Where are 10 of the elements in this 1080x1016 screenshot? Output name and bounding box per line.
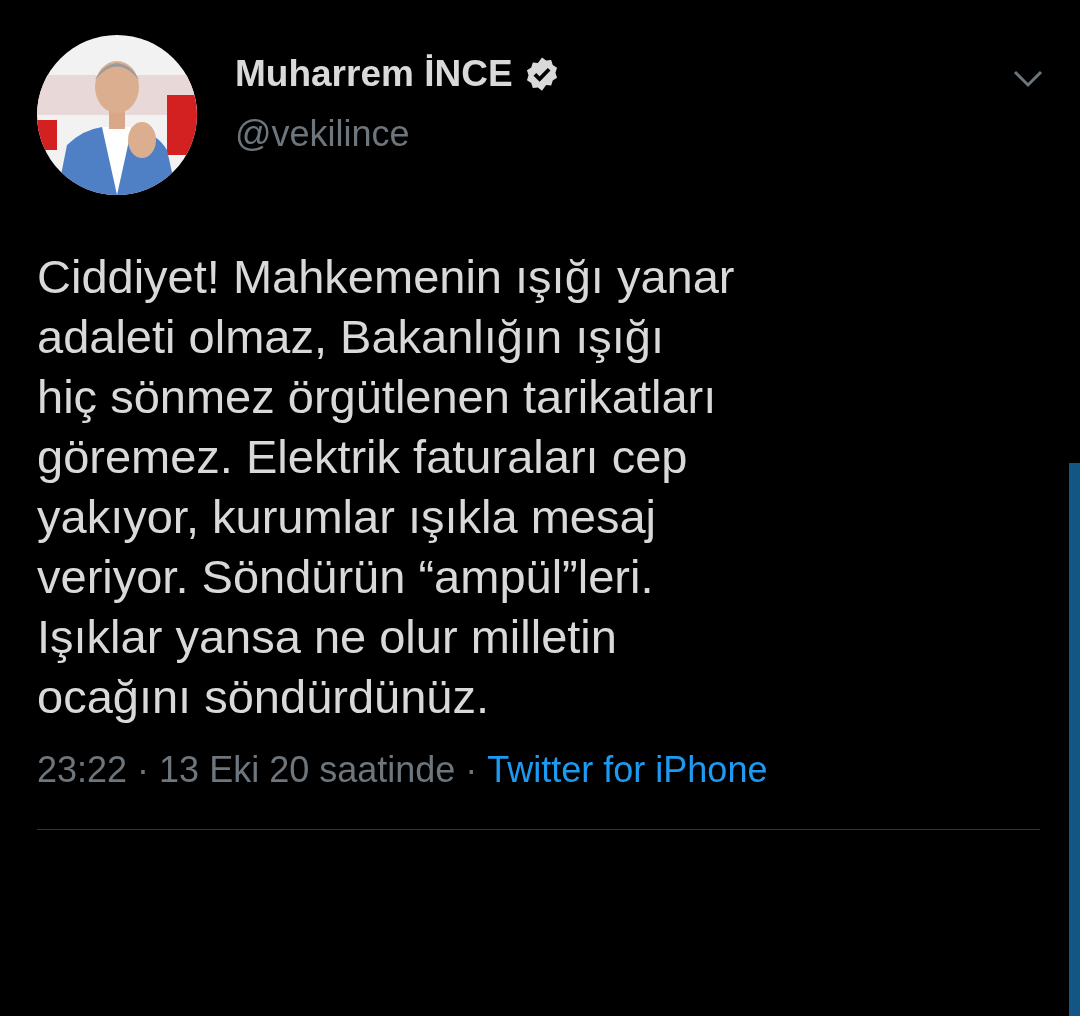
- chevron-down-icon[interactable]: [1013, 70, 1043, 88]
- author-handle[interactable]: @vekilince: [235, 113, 561, 155]
- separator-dot: ·: [465, 749, 478, 791]
- author-name[interactable]: Muharrem İNCE: [235, 53, 513, 95]
- tweet-time: 23:22: [37, 749, 128, 791]
- separator-dot: ·: [137, 749, 150, 791]
- scrollbar[interactable]: [1069, 463, 1080, 1016]
- tweet-text: Ciddiyet! Mahkemenin ışığı yanar adaleti olmaz, Bakanlığın ışığı hiç sönmez örgütlenen tarikatları göremez. Elektrik faturaları cep yakıyor, kurumlar ışıkla mesaj veriyor. Söndürün “ampül”leri. Işıklar yansa ne olur milletin ocağını söndürdünüz.: [37, 249, 736, 725]
- tweet-date: 13 Eki 20 saatinde: [159, 749, 456, 791]
- source-link[interactable]: Twitter for iPhone: [487, 749, 768, 791]
